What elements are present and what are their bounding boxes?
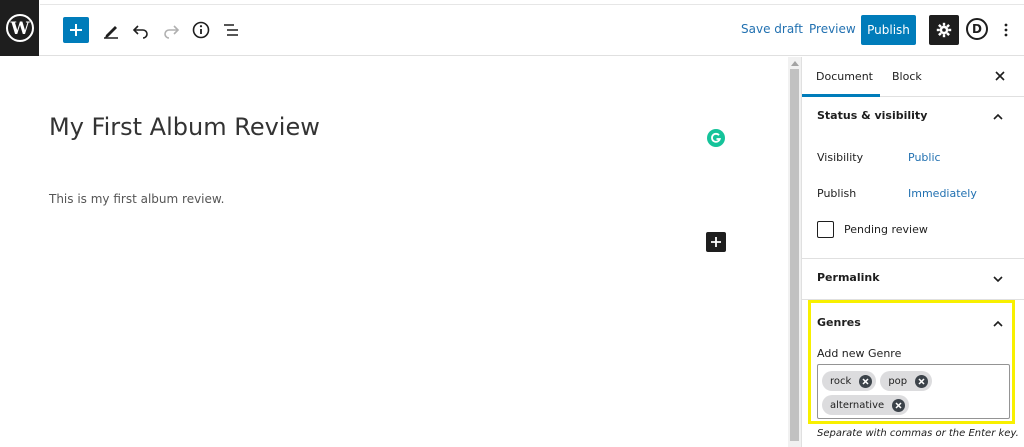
plus-icon [711,237,721,247]
remove-token-button[interactable] [892,398,906,412]
info-icon [192,21,210,39]
inline-add-block-button[interactable] [706,232,726,252]
genre-token: pop [880,371,933,391]
redo-button[interactable] [159,18,183,42]
genre-token: alternative [822,395,910,415]
save-draft-button[interactable]: Save draft [741,22,803,36]
remove-token-button[interactable] [915,374,929,388]
panel-title: Status & visibility [817,109,928,122]
details-button[interactable] [189,18,213,42]
gear-icon [936,22,952,38]
close-icon [995,71,1005,81]
editor-header: W Save draft Preview Publish D [0,0,1024,56]
token-label: alternative [830,399,885,411]
sidebar-tabs: Document Block [802,57,1024,97]
grammarly-icon[interactable] [707,129,725,147]
permalink-panel-toggle[interactable]: Permalink [802,259,1024,299]
publish-button[interactable]: Publish [861,15,916,45]
post-title[interactable]: My First Album Review [49,113,320,141]
wordpress-logo-icon[interactable]: W [0,0,39,56]
panel-title: Genres [817,316,861,329]
plugin-avatar-button[interactable]: D [966,18,988,40]
genre-helper-text: Separate with commas or the Enter key. [817,428,1019,439]
pending-review-checkbox[interactable] [817,221,834,238]
publish-label: Publish [817,187,857,200]
tab-document[interactable]: Document [816,70,873,83]
chevron-down-icon [993,276,1003,283]
visibility-value-link[interactable]: Public [908,151,941,164]
visibility-label: Visibility [817,151,864,164]
scroll-thumb[interactable] [790,69,799,441]
panel-title: Permalink [817,271,880,284]
undo-icon [132,25,148,39]
add-block-button[interactable] [63,17,89,43]
pending-review-label[interactable]: Pending review [844,223,928,236]
canvas-scrollbar[interactable] [788,57,801,447]
chevron-up-icon [993,113,1003,120]
add-genre-label: Add new Genre [817,347,902,360]
chevron-up-icon [993,320,1003,327]
genres-panel-toggle[interactable]: Genres [802,300,1024,340]
grammarly-g-glyph [711,132,722,143]
undo-button[interactable] [129,18,153,42]
settings-sidebar: Document Block Status & visibility Visib… [801,57,1024,447]
outline-button[interactable] [219,18,243,42]
tab-block[interactable]: Block [892,70,922,83]
more-options-button[interactable] [998,18,1014,42]
genre-token: rock [822,371,877,391]
preview-button[interactable]: Preview [809,22,856,36]
editor-canvas: My First Album Review This is my first a… [0,57,788,447]
svg-text:W: W [9,19,30,39]
close-icon [862,377,869,385]
plus-icon [70,24,82,36]
status-visibility-panel-toggle[interactable]: Status & visibility [802,97,1024,137]
list-view-icon [224,24,238,36]
settings-button[interactable] [929,15,959,45]
close-icon [918,377,925,385]
redo-icon [164,25,180,39]
scroll-up-arrow[interactable] [791,61,799,66]
tools-button[interactable] [99,18,123,42]
token-label: pop [888,375,908,387]
publish-date-link[interactable]: Immediately [908,187,977,200]
close-icon [895,401,902,409]
more-vertical-icon [1004,23,1008,37]
remove-token-button[interactable] [859,374,873,388]
token-label: rock [830,375,852,387]
post-paragraph[interactable]: This is my first album review. [49,192,224,206]
header-top-line [40,4,1024,5]
pencil-icon [104,26,118,39]
genre-token-field[interactable]: rock pop alternative [817,364,1010,419]
close-sidebar-button[interactable] [992,66,1008,86]
